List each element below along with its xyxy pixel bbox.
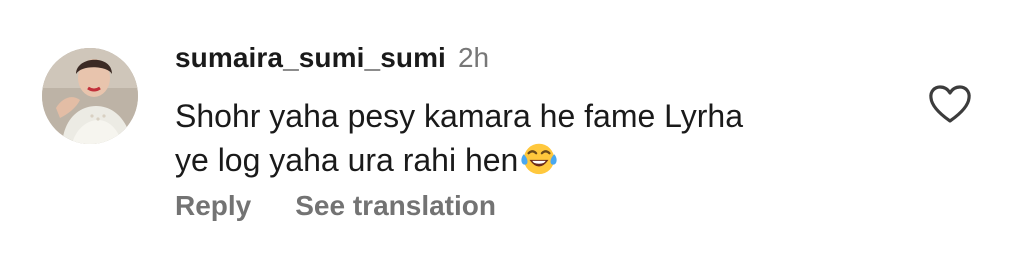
comment-text-line-1: Shohr yaha pesy kamara he fame Lyrha xyxy=(175,98,744,134)
timestamp: 2h xyxy=(457,42,490,73)
heart-outline-icon xyxy=(929,85,971,123)
comment-text-line-2-text: ye log yaha ura rahi hen xyxy=(175,142,519,178)
comment-actions: Reply See translation xyxy=(175,190,496,222)
see-translation-button[interactable]: See translation xyxy=(295,190,496,222)
reply-button[interactable]: Reply xyxy=(175,190,251,222)
comment-text: Shohr yaha pesy kamara he fame Lyrha ye … xyxy=(175,94,895,182)
comment-item: sumaira_sumi_sumi 2h Shohr yaha pesy kam… xyxy=(0,0,1024,255)
avatar-photo xyxy=(42,48,138,144)
avatar[interactable] xyxy=(42,48,138,144)
comment-text-line-2: ye log yaha ura rahi hen xyxy=(175,138,895,182)
comment-header: sumaira_sumi_sumi 2h xyxy=(175,42,489,82)
face-with-tears-of-joy-icon xyxy=(521,143,557,175)
like-button[interactable] xyxy=(928,84,972,124)
username[interactable]: sumaira_sumi_sumi xyxy=(175,42,446,74)
